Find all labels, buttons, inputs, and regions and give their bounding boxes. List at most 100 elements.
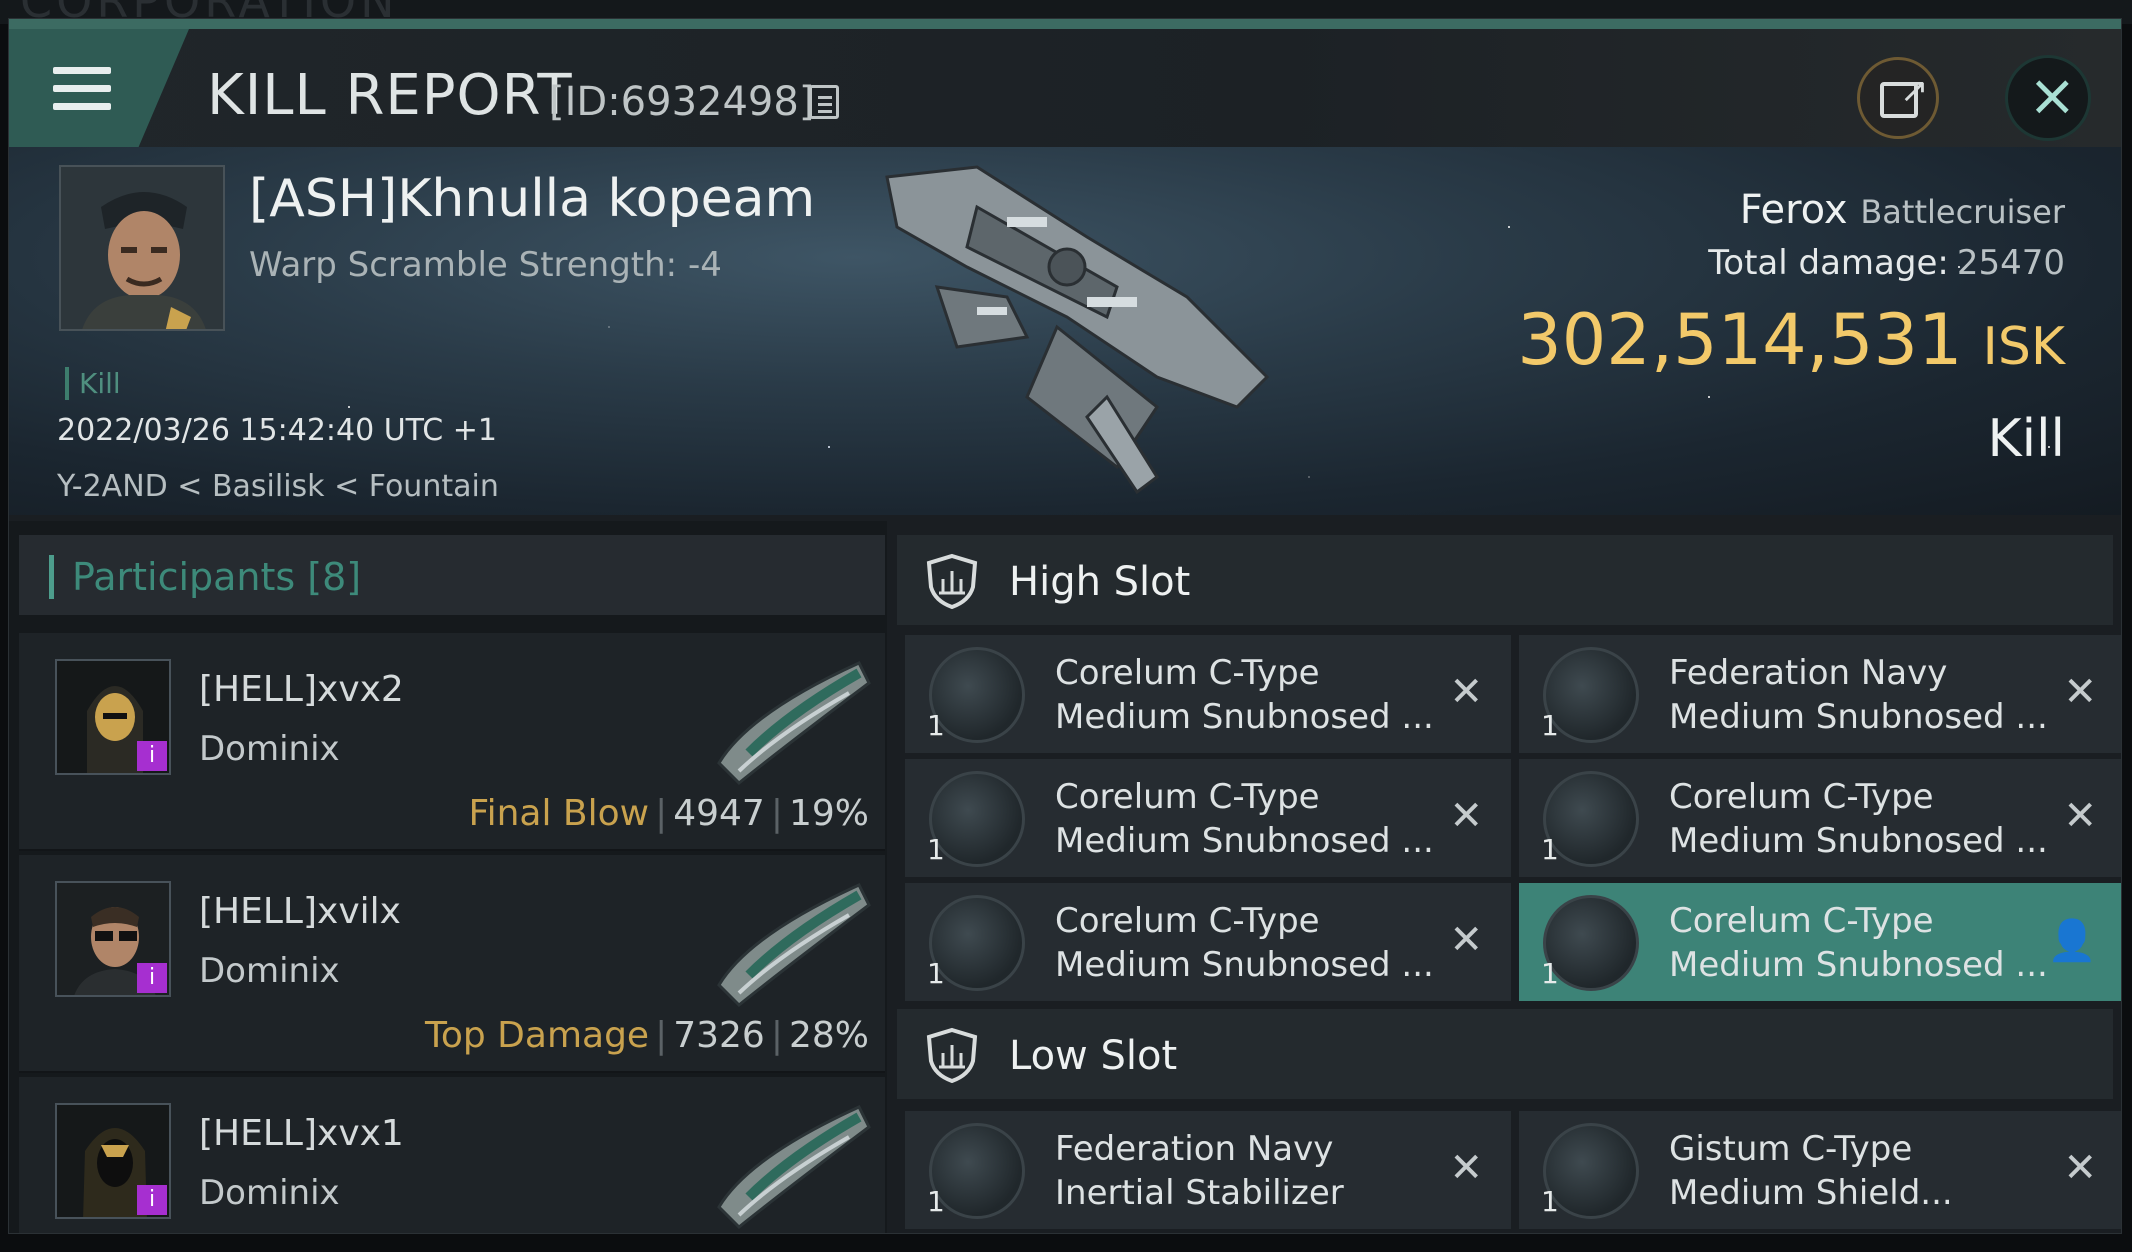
module-name-line2: Medium Shield...: [1669, 1173, 1953, 1213]
isk-unit: ISK: [1982, 317, 2065, 377]
participant-portrait[interactable]: i: [55, 1103, 171, 1219]
participant-ship-icon[interactable]: [709, 653, 879, 793]
module-name-line2: Medium Snubnosed ...: [1055, 697, 1434, 737]
module-quantity: 1: [1541, 833, 1559, 866]
destroyed-icon: ✕: [2063, 669, 2097, 715]
participant-percent: 28%: [788, 1015, 869, 1056]
module-name-line2: Inertial Stabilizer: [1055, 1173, 1344, 1213]
participant-name[interactable]: [HELL]xvx2: [199, 669, 404, 710]
corp-role-icon: i: [137, 963, 167, 993]
arrow-up-right-icon: ↗: [1900, 71, 1929, 111]
destroyed-icon: ✕: [1449, 917, 1483, 963]
participant-role: Top Damage: [424, 1015, 650, 1056]
kill-report-window: KILL REPORT [ID:6932498] ↗ × [ASH]Khnull…: [8, 18, 2122, 1234]
menu-button[interactable]: [9, 29, 189, 147]
participants-title: Participants [8]: [49, 555, 361, 599]
module-name-line2: Medium Snubnosed ...: [1669, 945, 2048, 985]
module-slot[interactable]: 1 Corelum C-Type Medium Snubnosed ... ✕: [905, 759, 1511, 877]
module-quantity: 1: [1541, 1185, 1559, 1218]
victim-name[interactable]: [ASH]Khnulla kopeam: [249, 169, 815, 229]
participant-portrait[interactable]: i: [55, 659, 171, 775]
participants-panel: Participants [8] i [HELL]xvx2 Dominix Fi…: [9, 521, 887, 1234]
module-name: Corelum C-Type: [1669, 777, 1934, 817]
share-button[interactable]: ↗: [1857, 57, 1939, 139]
module-slot[interactable]: 1 Federation Navy Medium Snubnosed ... ✕: [1519, 635, 2121, 753]
low-slot-header[interactable]: Low Slot: [897, 1009, 2113, 1099]
module-quantity: 1: [1541, 709, 1559, 742]
separator: |: [770, 793, 783, 834]
module-slot[interactable]: 1 Corelum C-Type Medium Snubnosed ... ✕: [905, 635, 1511, 753]
total-damage-label: Total damage:: [1708, 243, 1949, 283]
menu-icon: [53, 67, 111, 111]
module-quantity: 1: [1541, 957, 1559, 990]
module-quantity: 1: [927, 1185, 945, 1218]
participant-ship-icon[interactable]: [709, 875, 879, 1015]
module-quantity: 1: [927, 833, 945, 866]
participant-role: Final Blow: [468, 793, 650, 834]
destroyed-icon: ✕: [1449, 1145, 1483, 1191]
participant-name[interactable]: [HELL]xvilx: [199, 891, 401, 932]
kill-summary: [ASH]Khnulla kopeam Warp Scramble Streng…: [9, 147, 2121, 515]
module-name: Corelum C-Type: [1055, 901, 1320, 941]
page-title: KILL REPORT: [207, 63, 573, 128]
participant-damage: 7326: [673, 1015, 765, 1056]
high-slot-icon: [926, 553, 978, 609]
close-button[interactable]: ×: [2005, 55, 2091, 141]
participant-damage: 4947: [673, 793, 765, 834]
copy-icon[interactable]: [809, 85, 839, 119]
module-slot[interactable]: 1 Corelum C-Type Medium Snubnosed ... ✕: [1519, 759, 2121, 877]
module-name: Federation Navy: [1055, 1129, 1334, 1169]
destroyed-icon: ✕: [2063, 793, 2097, 839]
high-slot-label: High Slot: [1009, 559, 1191, 605]
total-damage-value: 25470: [1956, 243, 2065, 283]
dropped-person-icon: 👤: [2047, 918, 2097, 964]
module-name-line2: Medium Snubnosed ...: [1055, 821, 1434, 861]
victim-ship-image[interactable]: [857, 147, 1297, 507]
total-damage: Total damage: 25470: [1517, 243, 2065, 283]
participants-header[interactable]: Participants [8]: [19, 535, 885, 615]
result-label: Kill: [1987, 409, 2065, 469]
summary-right: Ferox Battlecruiser Total damage: 25470 3…: [1517, 187, 2065, 469]
module-name-line2: Medium Snubnosed ...: [1669, 697, 2048, 737]
corp-role-icon: i: [137, 1185, 167, 1215]
module-name: Corelum C-Type: [1055, 653, 1320, 693]
high-slot-header[interactable]: High Slot: [897, 535, 2113, 625]
isk-value: 302,514,531 ISK: [1517, 299, 2065, 381]
separator: |: [770, 1015, 783, 1056]
isk-amount: 302,514,531: [1517, 299, 1963, 381]
low-slot-icon: [926, 1027, 978, 1083]
participant-percent: 19%: [788, 793, 869, 834]
destroyed-icon: ✕: [1449, 793, 1483, 839]
participant-row[interactable]: i [HELL]xvx1 Dominix: [19, 1077, 885, 1234]
corp-role-icon: i: [137, 741, 167, 771]
module-name: Corelum C-Type: [1669, 901, 1934, 941]
module-name: Corelum C-Type: [1055, 777, 1320, 817]
separator: |: [655, 793, 668, 834]
participant-name[interactable]: [HELL]xvx1: [199, 1113, 404, 1154]
ship-type[interactable]: Ferox Battlecruiser: [1517, 187, 2065, 233]
participant-ship-icon[interactable]: [709, 1097, 879, 1234]
module-name-line2: Medium Snubnosed ...: [1055, 945, 1434, 985]
ship-class: Battlecruiser: [1860, 193, 2065, 231]
victim-portrait[interactable]: [59, 165, 225, 331]
participant-stats: Final Blow | 4947 | 19%: [468, 793, 869, 834]
separator: |: [655, 1015, 668, 1056]
module-name: Federation Navy: [1669, 653, 1948, 693]
destroyed-icon: ✕: [2063, 1145, 2097, 1191]
module-slot[interactable]: 1 Corelum C-Type Medium Snubnosed ... 👤: [1519, 883, 2121, 1001]
participant-ship: Dominix: [199, 729, 340, 769]
module-slot[interactable]: 1 Federation Navy Inertial Stabilizer ✕: [905, 1111, 1511, 1229]
participant-ship: Dominix: [199, 951, 340, 991]
participant-row[interactable]: i [HELL]xvilx Dominix Top Damage | 7326 | 28…: [19, 855, 885, 1073]
ship-name: Ferox: [1739, 187, 1848, 233]
kill-location[interactable]: Y-2AND < Basilisk < Fountain: [57, 469, 499, 504]
kill-id: [ID:6932498]: [549, 79, 815, 125]
participant-stats: Top Damage | 7326 | 28%: [425, 1015, 869, 1056]
module-slot[interactable]: 1 Gistum C-Type Medium Shield... ✕: [1519, 1111, 2121, 1229]
fitting-panel: High Slot 1 Corelum C-Type Medium Snubno…: [887, 521, 2121, 1233]
module-quantity: 1: [927, 709, 945, 742]
module-name-line2: Medium Snubnosed ...: [1669, 821, 2048, 861]
participant-portrait[interactable]: i: [55, 881, 171, 997]
participant-row[interactable]: i [HELL]xvx2 Dominix Final Blow | 4947 | 19%: [19, 633, 885, 851]
module-slot[interactable]: 1 Corelum C-Type Medium Snubnosed ... ✕: [905, 883, 1511, 1001]
